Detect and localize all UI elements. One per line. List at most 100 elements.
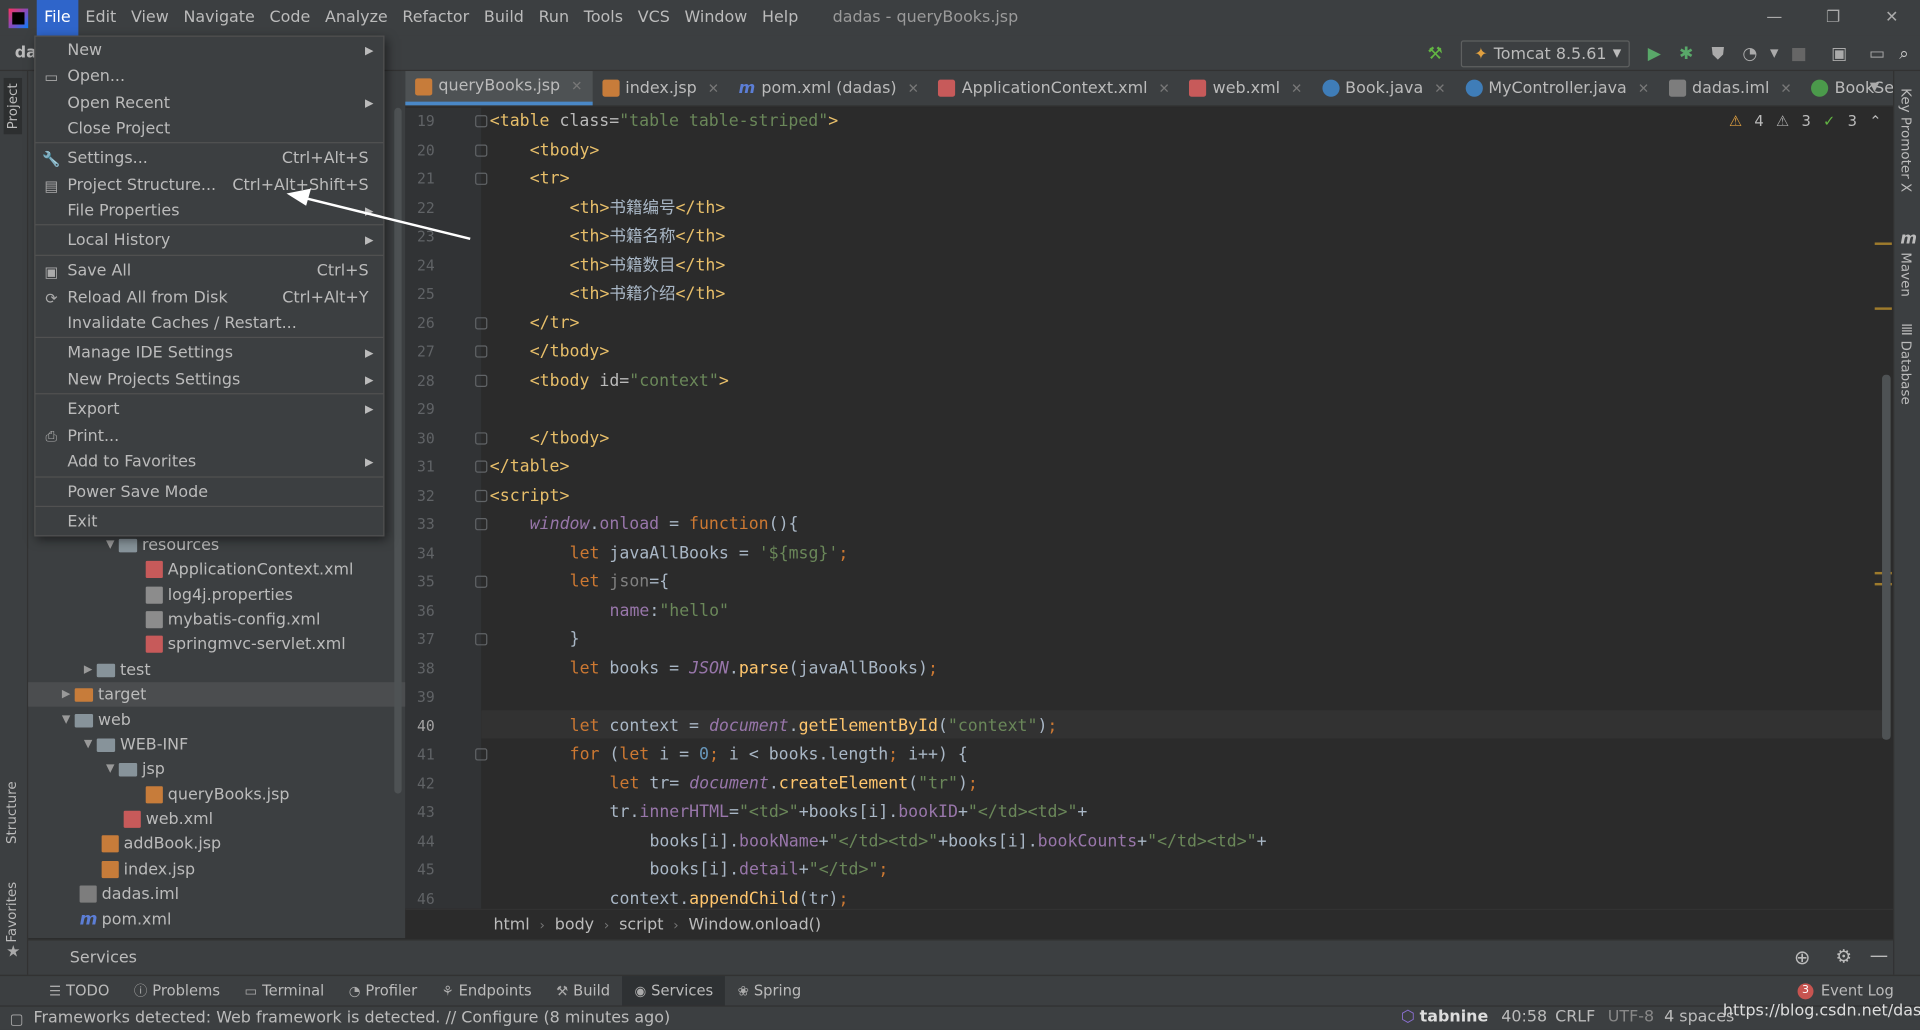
menu-edit[interactable]: Edit [78, 0, 124, 36]
search-icon[interactable]: ⌕ [1893, 44, 1915, 64]
line-separator[interactable]: CRLF [1555, 1008, 1595, 1026]
fold-marker-icon[interactable] [475, 518, 488, 531]
fold-marker-icon[interactable] [475, 489, 488, 502]
menu-item-open[interactable]: ▭ Open... [36, 64, 384, 90]
menu-file[interactable]: File [36, 0, 79, 36]
fold-marker-icon[interactable] [475, 143, 488, 157]
editor-tab[interactable]: index.jsp ✕ [592, 71, 729, 105]
close-tab-icon[interactable]: ✕ [1159, 80, 1170, 96]
more-run-options-icon[interactable]: ▼ [1763, 44, 1785, 64]
menu-item-manage-ide-settings[interactable]: Manage IDE Settings ▶ [36, 340, 384, 366]
profile-icon[interactable]: ◔ [1739, 44, 1761, 64]
fold-marker-icon[interactable] [475, 431, 488, 444]
editor-scrollbar[interactable] [1882, 374, 1891, 740]
tree-item[interactable]: web.xml [28, 807, 405, 831]
chevron-down-icon[interactable]: ▼ [102, 763, 119, 775]
tabnine-widget[interactable]: ⬡ tabnine [1401, 1008, 1488, 1026]
add-service-icon[interactable]: ⊕ [1794, 945, 1810, 968]
build-hammer-icon[interactable]: ⚒ [1424, 44, 1446, 64]
tree-item[interactable]: ▼ web [28, 708, 405, 732]
caret-position[interactable]: 40:58 [1501, 1008, 1547, 1026]
restore-icon[interactable]: ❐ [1805, 0, 1861, 36]
editor-tab[interactable]: m pom.xml (dadas) ✕ [729, 71, 929, 105]
tree-item[interactable]: mybatis-config.xml [28, 607, 405, 631]
event-log-tab[interactable]: 3 Event Log [1797, 982, 1894, 999]
breadcrumb-item[interactable]: body [555, 915, 594, 933]
run-configuration-select[interactable]: ✦ Tomcat 8.5.61 ▼ [1460, 40, 1630, 68]
menu-view[interactable]: View [124, 0, 176, 36]
editor-tab[interactable]: Book.java ✕ [1312, 71, 1455, 105]
close-tab-icon[interactable]: ✕ [1780, 80, 1791, 96]
tool-tab-endpoints[interactable]: ⚘ Endpoints [429, 975, 544, 1006]
close-tab-icon[interactable]: ✕ [708, 80, 719, 96]
status-message[interactable]: Frameworks detected: Web framework is de… [33, 1009, 670, 1027]
chevron-down-icon[interactable]: ▼ [80, 738, 97, 750]
close-icon[interactable]: ✕ [1864, 0, 1920, 36]
menu-analyze[interactable]: Analyze [318, 0, 395, 36]
fold-marker-icon[interactable] [475, 460, 488, 473]
database-tool-tab[interactable]: Database [1898, 340, 1914, 404]
project-tool-tab[interactable]: Project [3, 78, 23, 135]
menu-item-power-save-mode[interactable]: Power Save Mode [36, 480, 384, 506]
menu-item-export[interactable]: Export ▶ [36, 397, 384, 423]
editor-tab[interactable]: web.xml ✕ [1180, 71, 1312, 105]
fold-marker-icon[interactable] [475, 633, 488, 646]
menu-code[interactable]: Code [262, 0, 317, 36]
tree-item[interactable]: queryBooks.jsp [28, 783, 405, 807]
tree-item[interactable]: m pom.xml [28, 908, 405, 932]
status-toggle-icon[interactable]: ▢ [10, 1010, 24, 1027]
tree-item[interactable]: ▼ WEB-INF [28, 732, 405, 756]
tabs-overflow-chevron-icon[interactable]: ▼ [1870, 81, 1879, 94]
fold-marker-icon[interactable] [475, 575, 488, 588]
breadcrumb-item[interactable]: html [493, 915, 529, 933]
tree-item[interactable]: ApplicationContext.xml [28, 557, 405, 581]
tree-item[interactable]: ▼ jsp [28, 757, 405, 781]
minimize-icon[interactable]: — [1746, 0, 1802, 36]
menu-item-reload-all-from-disk[interactable]: ⟳ Reload All from Disk Ctrl+Alt+Y [36, 285, 384, 311]
tree-item[interactable]: ▶ target [28, 682, 406, 707]
tool-tab-profiler[interactable]: ◔ Profiler [336, 975, 429, 1006]
menu-run[interactable]: Run [531, 0, 576, 36]
fold-marker-icon[interactable] [475, 345, 488, 358]
maven-tool-tab[interactable]: Maven [1898, 252, 1914, 297]
menu-item-new[interactable]: New ▶ [36, 38, 384, 64]
chevron-down-icon[interactable]: ▼ [102, 539, 119, 551]
tool-tab-spring[interactable]: ❀ Spring [725, 975, 813, 1006]
menu-item-invalidate-caches-restart[interactable]: Invalidate Caches / Restart... [36, 311, 384, 337]
error-stripe-mark[interactable] [1874, 307, 1892, 310]
menu-item-save-all[interactable]: ▣ Save All Ctrl+S [36, 258, 384, 284]
breadcrumb-item[interactable]: Window.onload() [688, 915, 821, 933]
editor-tab[interactable]: ApplicationContext.xml ✕ [929, 71, 1180, 105]
chevron-down-icon[interactable]: ▼ [58, 714, 75, 726]
tree-item[interactable]: index.jsp [28, 857, 405, 881]
run-icon[interactable]: ▶ [1643, 44, 1665, 64]
tool-tab-problems[interactable]: ⓘ Problems [122, 975, 233, 1006]
structure-tool-tab[interactable]: Structure [4, 781, 20, 844]
coverage-icon[interactable]: ⛊ [1707, 44, 1729, 64]
menu-item-new-projects-settings[interactable]: New Projects Settings ▶ [36, 367, 384, 393]
editor-tab[interactable]: queryBooks.jsp ✕ [405, 71, 593, 106]
tree-item[interactable]: springmvc-servlet.xml [28, 632, 405, 656]
editor-tab[interactable]: dadas.iml ✕ [1659, 71, 1802, 105]
fold-marker-icon[interactable] [475, 374, 488, 387]
stop-icon[interactable]: ■ [1788, 44, 1810, 64]
menu-item-close-project[interactable]: Close Project [36, 116, 384, 142]
menu-tools[interactable]: Tools [576, 0, 630, 36]
project-structure-icon[interactable]: ▣ [1828, 44, 1850, 64]
tool-tab-todo[interactable]: ☰ TODO [37, 975, 122, 1006]
tree-item[interactable]: dadas.iml [28, 882, 405, 906]
close-tab-icon[interactable]: ✕ [1638, 80, 1649, 96]
chevron-right-icon[interactable]: ▶ [80, 664, 97, 676]
menu-item-open-recent[interactable]: Open Recent ▶ [36, 91, 384, 117]
menu-help[interactable]: Help [755, 0, 806, 36]
close-tab-icon[interactable]: ✕ [1434, 80, 1445, 96]
menu-window[interactable]: Window [677, 0, 754, 36]
file-encoding[interactable]: UTF-8 [1608, 1008, 1654, 1026]
tool-tab-build[interactable]: ⚒ Build [544, 975, 622, 1006]
menu-vcs[interactable]: VCS [630, 0, 677, 36]
inspection-widget[interactable]: ⚠4 ⚠3 ✓3 ⌃ ⌄ [1729, 113, 1906, 130]
menu-refactor[interactable]: Refactor [395, 0, 476, 36]
tool-tab-services[interactable]: ◉ Services [622, 975, 726, 1007]
window-icon[interactable]: ▭ [1866, 44, 1888, 64]
fold-marker-icon[interactable] [475, 115, 488, 128]
